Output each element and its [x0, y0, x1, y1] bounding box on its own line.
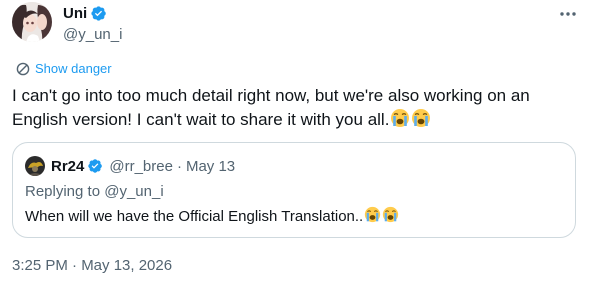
- quote-author-avatar[interactable]: [25, 156, 45, 176]
- loudly-crying-face-icon: [383, 206, 399, 223]
- more-dots-icon: [560, 12, 576, 16]
- anime-avatar-icon: [12, 2, 52, 42]
- verified-badge-icon[interactable]: [87, 158, 103, 174]
- show-danger-label: Show danger: [35, 61, 112, 76]
- replying-prefix: Replying to: [25, 183, 105, 200]
- tweet-card: Uni @y_un_i Show danger I can't go into …: [0, 0, 604, 293]
- loudly-crying-face-icon: [412, 109, 431, 127]
- quote-date[interactable]: May 13: [186, 158, 235, 175]
- quoted-tweet[interactable]: Rr24 @rr_bree · May 13 Replying to @y_un…: [12, 142, 576, 238]
- more-options-button[interactable]: [558, 6, 578, 22]
- translate-icon: [16, 62, 30, 75]
- quote-separator: ·: [176, 157, 182, 175]
- verified-badge-icon[interactable]: [90, 5, 107, 22]
- quote-header: Rr24 @rr_bree · May 13: [25, 156, 235, 176]
- quote-text: When will we have the Official English T…: [25, 206, 399, 225]
- loudly-crying-face-icon: [365, 206, 381, 223]
- loudly-crying-face-icon: [391, 109, 410, 127]
- author-display-name[interactable]: Uni: [63, 5, 87, 22]
- replying-mention[interactable]: @y_un_i: [104, 183, 163, 200]
- tweet-timestamp[interactable]: 3:25 PM · May 13, 2026: [12, 257, 172, 274]
- quote-handle[interactable]: @rr_bree: [109, 158, 173, 175]
- author-name-row: Uni: [63, 3, 122, 23]
- tweet-text: I can't go into too much detail right no…: [12, 84, 572, 132]
- character-avatar-icon: [25, 156, 45, 176]
- author-avatar[interactable]: [12, 2, 52, 42]
- quote-replying-to: Replying to @y_un_i: [25, 183, 164, 200]
- tweet-body: I can't go into too much detail right no…: [12, 86, 535, 129]
- show-danger-link[interactable]: Show danger: [16, 61, 112, 76]
- quote-body: When will we have the Official English T…: [25, 208, 364, 225]
- quote-display-name[interactable]: Rr24: [51, 158, 84, 175]
- author-handle[interactable]: @y_un_i: [63, 26, 122, 43]
- author-info: Uni @y_un_i: [63, 3, 122, 44]
